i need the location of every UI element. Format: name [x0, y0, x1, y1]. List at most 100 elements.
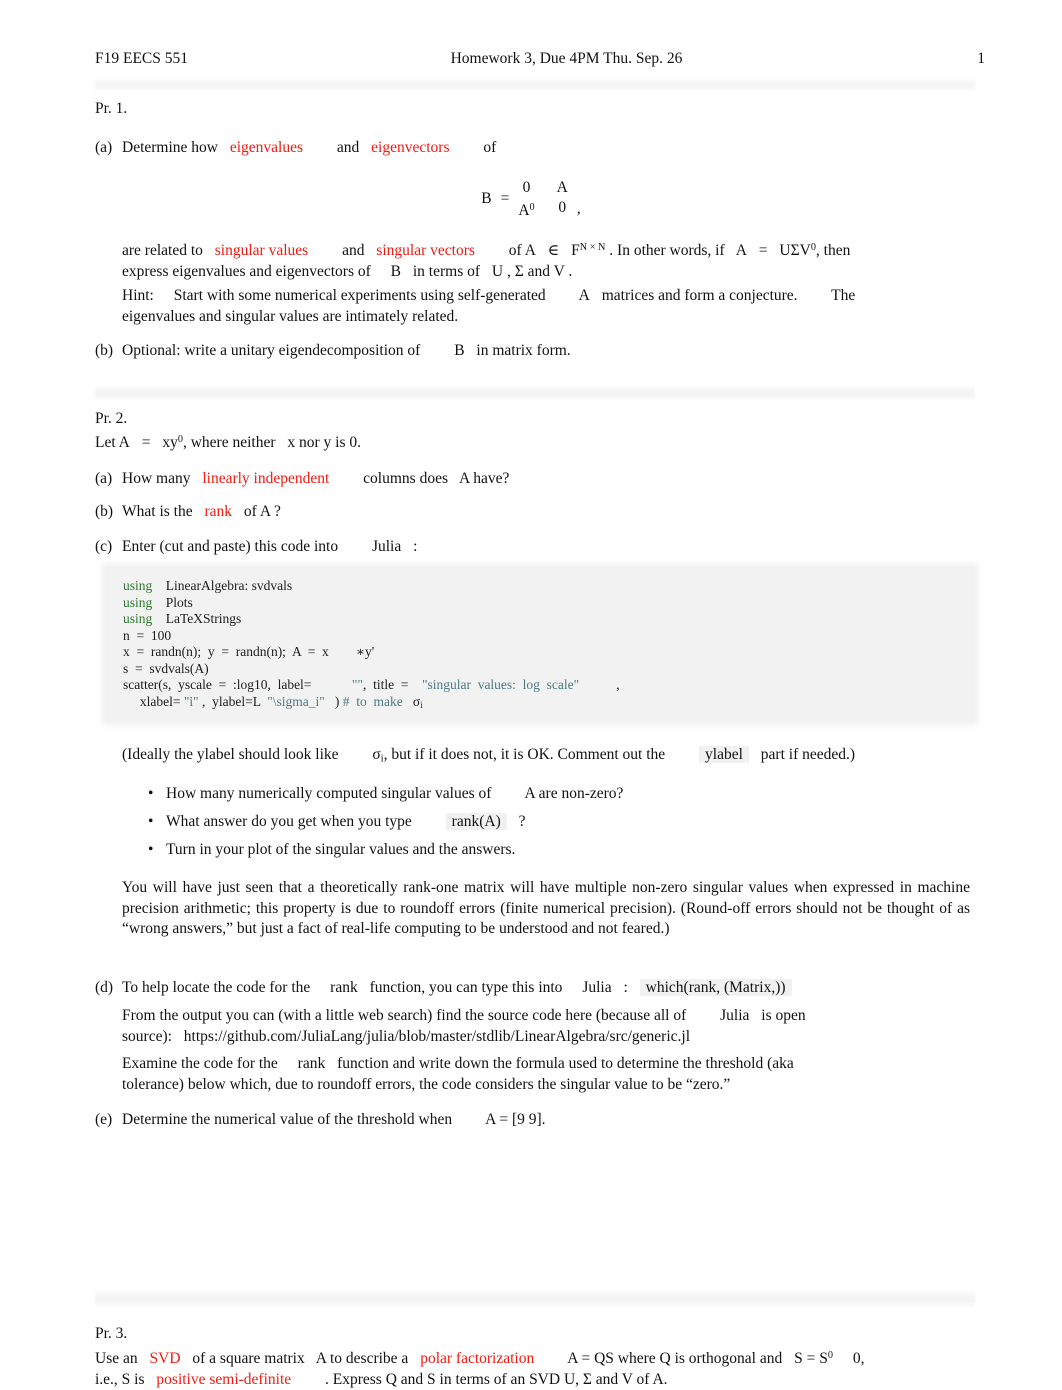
pr2-keyword-linearly-independent: linearly independent — [202, 470, 330, 487]
list-item: • What answer do you get when you type r… — [140, 812, 980, 833]
pr3-s-expression: S = S0 — [794, 1350, 833, 1368]
pr3-text-7: . Express Q and S in terms of an SVD U, … — [325, 1370, 668, 1388]
pr2-b-label: (b) — [95, 503, 114, 520]
pr1-cont-line2-c: in terms of — [412, 262, 481, 280]
pr3-keyword-positive-semi-definite: positive semi-definite — [156, 1370, 292, 1388]
pr2-d-text-1: To help locate the code for the — [122, 979, 311, 996]
page-header: F19 EECS 551 Homework 3, Due 4PM Thu. Se… — [95, 50, 985, 72]
bullet-2-text-b: ? — [518, 813, 526, 830]
matrix-cell-r2c1: A0 — [518, 202, 535, 220]
inline-code-rank-a: rank(A) — [445, 813, 507, 830]
julia-code-text: using LinearAlgebra: svdvals using Plots… — [123, 578, 620, 713]
pr1-a-text: Determine how eigenvalues and eigenvecto… — [122, 138, 682, 159]
inline-code-ylabel: ylabel — [699, 746, 749, 763]
code-sigma-glyph: σi — [412, 693, 423, 710]
pr1-b-label: (b) — [95, 342, 114, 359]
pr2-let-lead: Let A — [95, 434, 130, 452]
pr1-a-of: of — [483, 139, 497, 156]
pr2-a-label: (a) — [95, 470, 113, 487]
pr2-c-julia: Julia — [371, 538, 402, 555]
pr2-keyword-rank: rank — [204, 503, 233, 520]
inline-code-which-rank: which(rank, (Matrix,)) — [639, 979, 792, 996]
pr3-text-5: 0, — [852, 1350, 865, 1368]
pr2-b-text-2: of A ? — [243, 503, 281, 520]
code-line-8-a: xlabel= — [139, 693, 181, 709]
pr1-b-text-2: in matrix form. — [476, 342, 571, 359]
header-title: Homework 3, Due 4PM Thu. Sep. 26 — [450, 50, 683, 67]
code-keyword-using-1: using — [123, 578, 153, 593]
pr2-d-text-3: From the output you can (with a little w… — [122, 1007, 687, 1024]
pr3-text-6: i.e., S is — [95, 1370, 145, 1388]
code-string-sigma: "\sigma_i" — [267, 693, 325, 709]
pr2-d-text-5: source): — [122, 1027, 172, 1045]
pr1-cont-of-a: of A — [508, 242, 536, 260]
pr2-e-label: (e) — [95, 1111, 113, 1128]
pr1-a-and: and — [336, 139, 360, 156]
pr2-a-text-3: A have? — [459, 470, 510, 487]
pr1-cont-lead: are related to — [122, 242, 203, 260]
pr1-matrix-equation: B = 0 A A0 0 , — [0, 178, 1062, 220]
pr3-keyword-polar-factorization: polar factorization — [420, 1350, 535, 1368]
code-line-5-tail: ∗y' — [355, 644, 375, 659]
pr1-keyword-singular-vectors: singular vectors — [376, 242, 475, 260]
pr2-let-equals: = — [141, 434, 151, 452]
pr3-body: Use an SVD of a square matrix A to descr… — [95, 1346, 975, 1390]
matrix-cell-r2c2: 0 — [558, 199, 567, 216]
bullet-dot-icon: • — [148, 841, 154, 858]
pr2-let-mid: , where neither — [182, 434, 276, 452]
code-line-7-a: scatter(s, yscale = :log10, label= — [123, 677, 312, 692]
pr1-hint-text-2: matrices and form a conjecture. — [601, 287, 798, 304]
code-line-3-rest: LaTeXStrings — [165, 611, 242, 626]
pr2-d-rank: rank — [330, 979, 358, 996]
matrix-body: 0 A A0 0 — [518, 178, 568, 220]
pr1-keyword-eigenvalues: eigenvalues — [229, 139, 304, 156]
pr1-keyword-singular-values: singular values — [214, 242, 309, 260]
pr2-ylabel-sigma: σi — [372, 746, 384, 765]
pr2-ylabel-note-3: part if needed.) — [760, 746, 856, 763]
pr1-a-label: (a) — [95, 139, 113, 156]
pr2-d-julia: Julia — [582, 979, 612, 996]
pr1-svd-expression: UΣV0 — [779, 242, 816, 260]
pr2-let-line: Let A = xy0, where neither x nor y is 0. — [95, 430, 795, 454]
pr1-cont-then: , then — [815, 242, 851, 260]
pr2-d-examine-note: Examine the code for the rank function a… — [122, 1054, 970, 1095]
code-line-2-rest: Plots — [165, 594, 193, 610]
code-string-empty: "" — [351, 677, 363, 692]
matrix-equals: = — [500, 190, 510, 208]
pr1-hint-text-4: eigenvalues and singular values are inti… — [122, 307, 459, 325]
separator-band-pr3 — [95, 1290, 975, 1308]
pr2-d-colon: : — [623, 979, 628, 996]
matrix-lhs: B — [481, 190, 492, 208]
pr1-cont-line2: express eigenvalues and eigenvectors of — [122, 262, 371, 280]
pr3-text-4: A = QS where Q is orthogonal and — [567, 1350, 783, 1368]
code-keyword-using-3: using — [123, 611, 153, 626]
pr1-b-text-1: Optional: write a unitary eigendecomposi… — [122, 342, 421, 359]
pr2-e-text-2: A = [9 9]. — [485, 1111, 546, 1128]
pr3-text-1: Use an — [95, 1350, 138, 1368]
pr1-hint-text-1: Start with some numerical experiments us… — [173, 287, 546, 304]
pr1-hint-text-3: The — [831, 287, 856, 304]
pr2-let-xy: xy0 — [162, 434, 183, 452]
matrix-trailing-comma: , — [576, 200, 581, 218]
bullet-1-text-b: A are non-zero? — [524, 785, 624, 802]
pr2-source-url[interactable]: https://github.com/JuliaLang/julia/blob/… — [184, 1028, 690, 1045]
pr2-bullet-list: • How many numerically computed singular… — [140, 784, 980, 868]
pr2-ylabel-note-2: , but if it does not, it is OK. Comment … — [383, 746, 666, 763]
pr1-b-text: Optional: write a unitary eigendecomposi… — [122, 341, 822, 362]
pr2-c-text-1: Enter (cut and paste) this code into — [122, 538, 339, 555]
list-item: • Turn in your plot of the singular valu… — [140, 840, 980, 861]
pr1-cont-mid: . In other words, if — [609, 242, 725, 260]
pr2-a-text: How many linearly independent columns do… — [122, 469, 822, 490]
pr1-b-matrix-b: B — [454, 342, 465, 359]
pr2-b-text: What is the rank of A ? — [122, 502, 822, 523]
pr2-d-label: (d) — [95, 979, 114, 996]
code-string-xlabel: "i" — [183, 693, 199, 709]
pr2-let-tail: x nor y is 0. — [287, 434, 362, 452]
pr2-d-text-2: function, you can type this into — [369, 979, 563, 996]
julia-code-block[interactable]: using LinearAlgebra: svdvals using Plots… — [105, 567, 975, 722]
pr2-d-text-6: Examine the code for the — [122, 1055, 278, 1072]
pr2-d-text-8: tolerance) below which, due to roundoff … — [122, 1075, 731, 1093]
bullet-dot-icon: • — [148, 813, 154, 830]
header-course-label: F19 EECS 551 — [95, 50, 189, 67]
code-line-7-c: , — [616, 677, 620, 692]
